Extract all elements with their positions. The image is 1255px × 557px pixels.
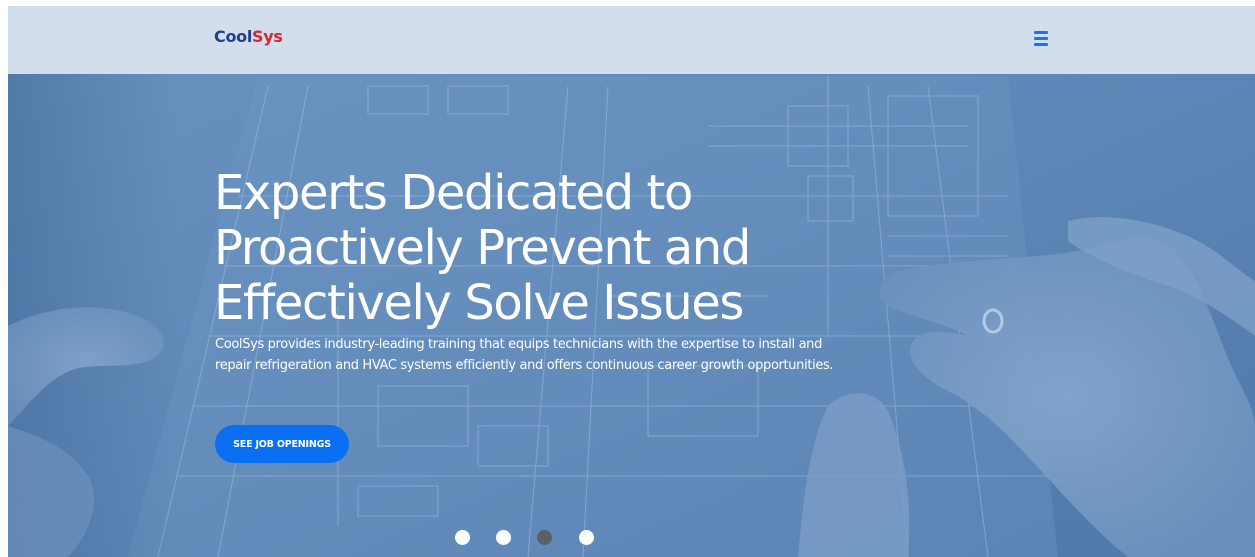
hamburger-menu-icon[interactable]: [1030, 31, 1052, 51]
menu-bar-bottom: [1034, 43, 1048, 46]
hero-title: Experts Dedicated to Proactively Prevent…: [214, 166, 934, 331]
hero-description: CoolSys provides industry-leading traini…: [215, 337, 834, 373]
page: CoolSys Experts Dedicated to Proactively…: [0, 0, 1255, 557]
site-header: CoolSys: [8, 6, 1255, 74]
coolsys-logo[interactable]: CoolSys: [214, 27, 283, 46]
hero-section: CoolSys Experts Dedicated to Proactively…: [8, 6, 1255, 557]
carousel-dot-1[interactable]: [455, 530, 470, 545]
hero-title-line-2: Proactively Prevent and: [214, 220, 751, 276]
logo-text-cool: Cool: [214, 27, 253, 46]
see-job-openings-button[interactable]: SEE JOB OPENINGS: [215, 425, 349, 463]
carousel-dot-2[interactable]: [496, 530, 511, 545]
hero-title-line-3: Effectively Solve Issues: [214, 275, 744, 331]
hero-title-line-1: Experts Dedicated to: [214, 165, 693, 221]
menu-bar-middle: [1034, 37, 1048, 40]
carousel-dot-3[interactable]: [537, 530, 552, 545]
carousel-dot-4[interactable]: [579, 530, 594, 545]
logo-text-sys: Sys: [252, 27, 283, 46]
menu-bar-top: [1034, 31, 1048, 34]
